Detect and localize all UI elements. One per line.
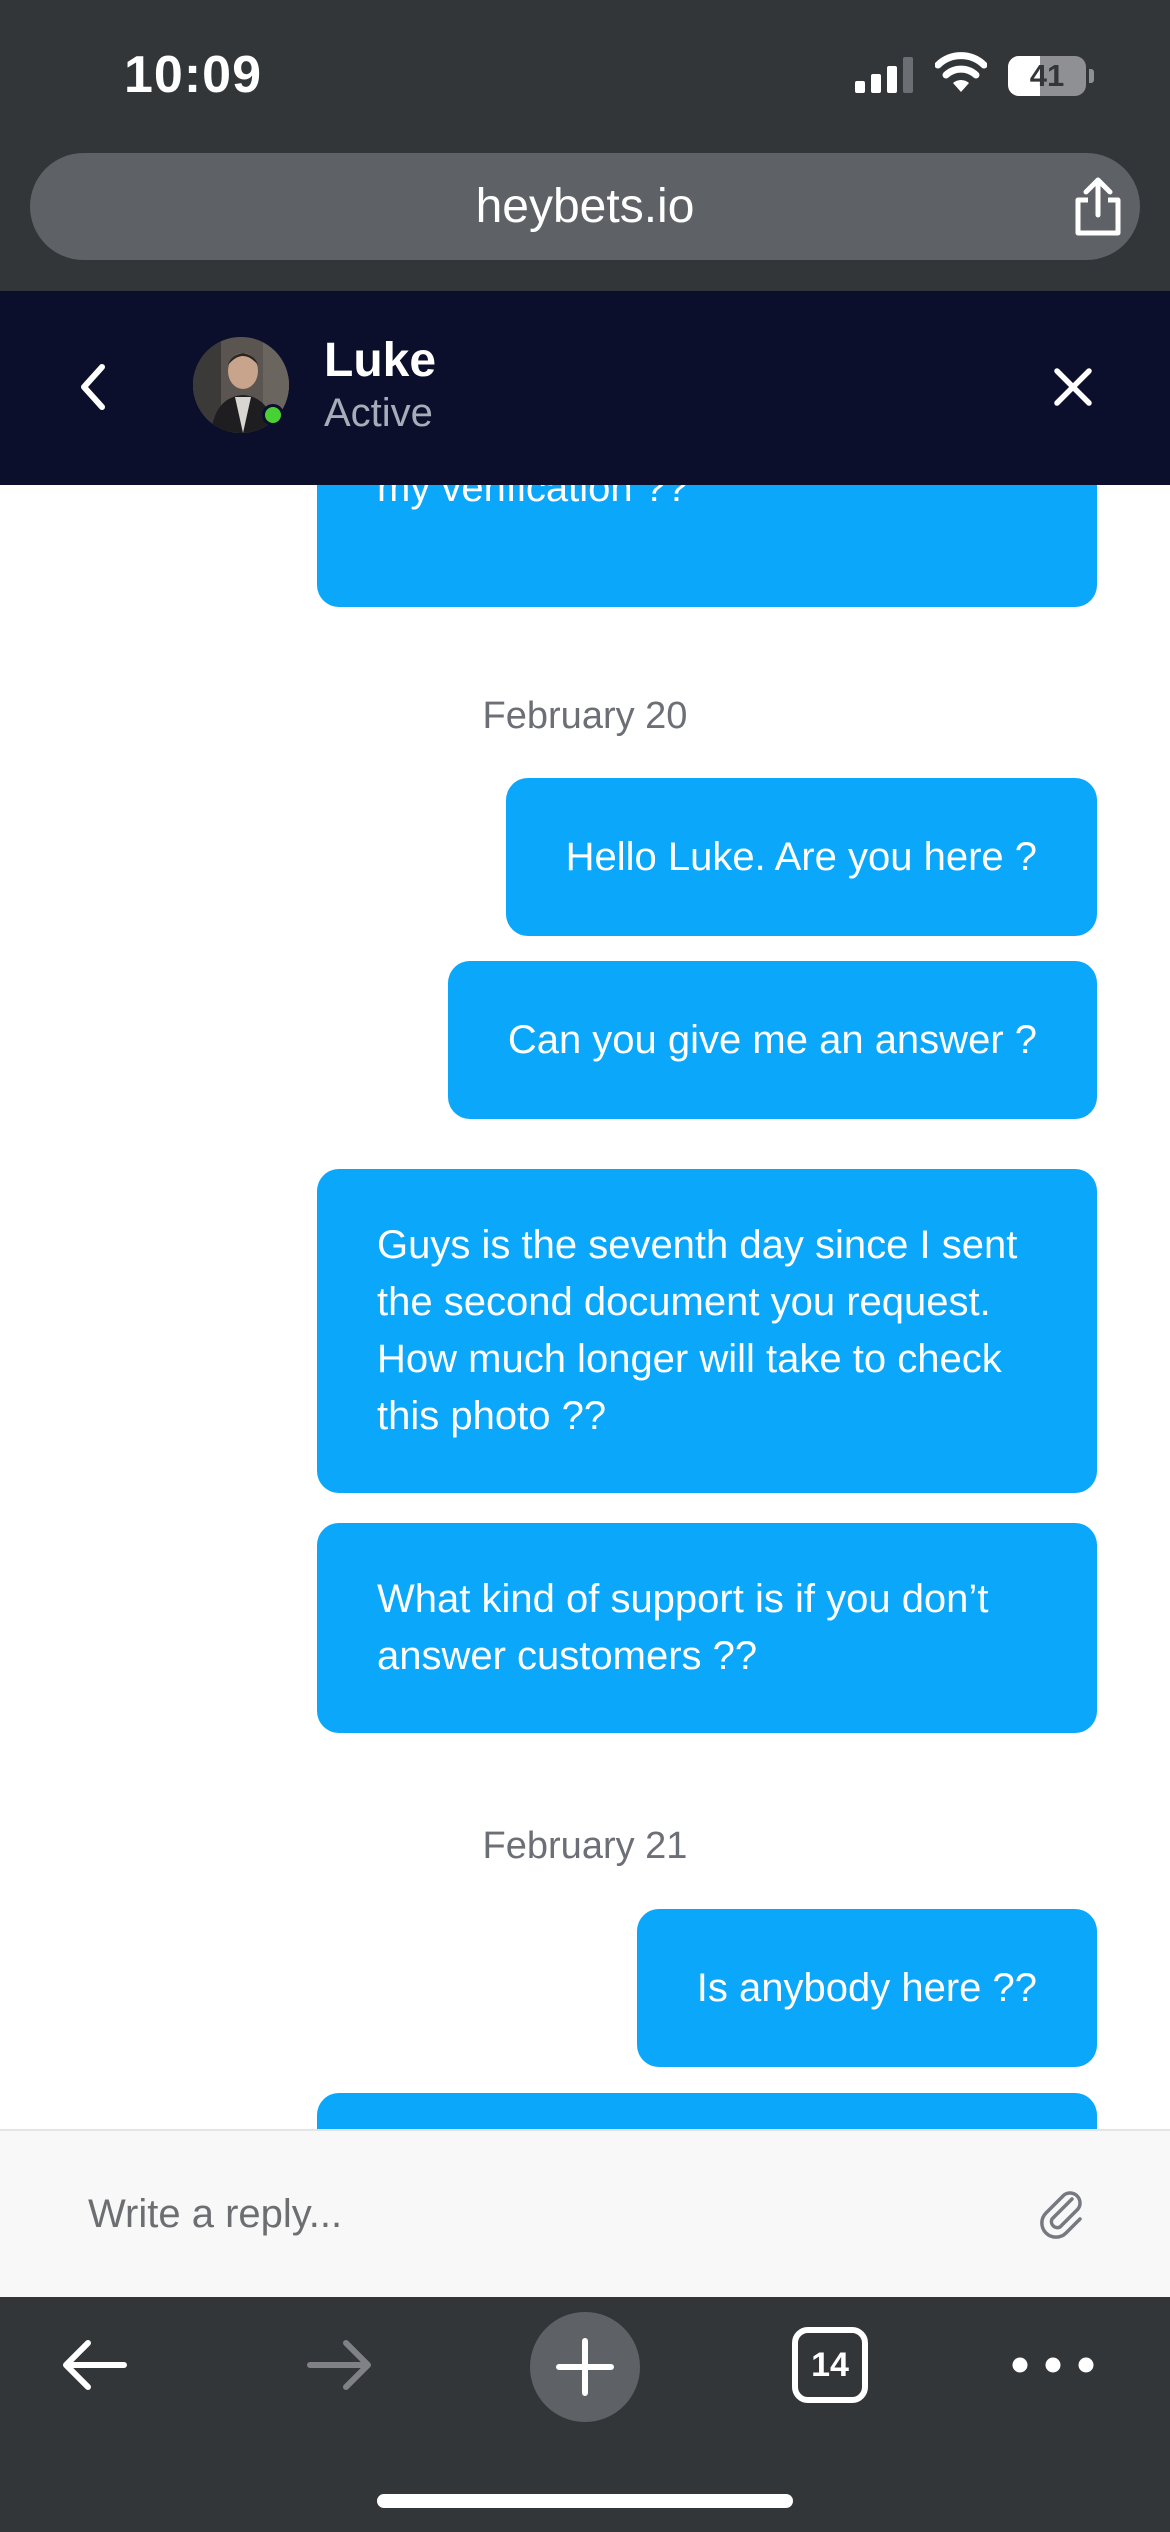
reply-input[interactable] [88,2171,988,2257]
chat-header: Luke Active [0,291,1170,485]
message-bubble: What kind of support is if you don’t ans… [317,1523,1097,1733]
cellular-signal-icon [855,57,913,93]
message-bubble: Guys is the seventh day since I sent the… [317,1169,1097,1493]
url-text: heybets.io [475,180,695,233]
url-bar[interactable]: heybets.io [30,153,1140,260]
browser-address-area: heybets.io [0,150,1170,291]
message-bubble: Can you give me an answer ? [447,961,1097,1119]
plus-icon [556,2338,614,2396]
message-text: What kind of support is if you don’t ans… [377,1577,989,1678]
forward-arrow-icon[interactable] [302,2333,376,2397]
status-bar: 10:09 41 [0,0,1170,150]
browser-toolbar: 14 [0,2297,1170,2532]
message-list[interactable]: my verification ?? February 20 Hello Luk… [0,485,1170,2129]
message-bubble [317,2093,1097,2129]
date-separator: February 21 [482,1825,688,1867]
share-icon[interactable] [1070,177,1126,237]
date-separator: February 20 [482,695,688,737]
back-chevron-icon[interactable] [70,359,120,415]
message-text: Guys is the seventh day since I sent the… [377,1223,1018,1438]
message-bubble: Hello Luke. Are you here ? [505,778,1097,936]
message-text: Can you give me an answer ? [507,1018,1037,1062]
paperclip-icon[interactable] [1038,2187,1088,2241]
battery-icon: 41 [1008,56,1094,96]
battery-level: 41 [1029,58,1065,93]
message-bubble: my verification ?? [317,485,1097,607]
agent-name: Luke [324,334,437,387]
status-time: 10:09 [124,46,262,104]
message-text: Hello Luke. Are you here ? [565,835,1037,879]
back-arrow-icon[interactable] [58,2333,132,2397]
close-icon[interactable] [1048,359,1098,415]
more-dots-icon[interactable] [1010,2345,1096,2385]
tabs-button[interactable]: 14 [792,2327,868,2403]
message-text: my verification ?? [377,485,689,510]
agent-status: Active [324,391,433,435]
online-status-dot [262,404,284,426]
reply-bar [0,2129,1170,2297]
message-bubble: Is anybody here ?? [636,1909,1097,2067]
wifi-icon [935,52,987,92]
home-indicator [377,2494,793,2508]
message-text: Is anybody here ?? [696,1966,1037,2010]
new-tab-button[interactable] [530,2312,640,2422]
